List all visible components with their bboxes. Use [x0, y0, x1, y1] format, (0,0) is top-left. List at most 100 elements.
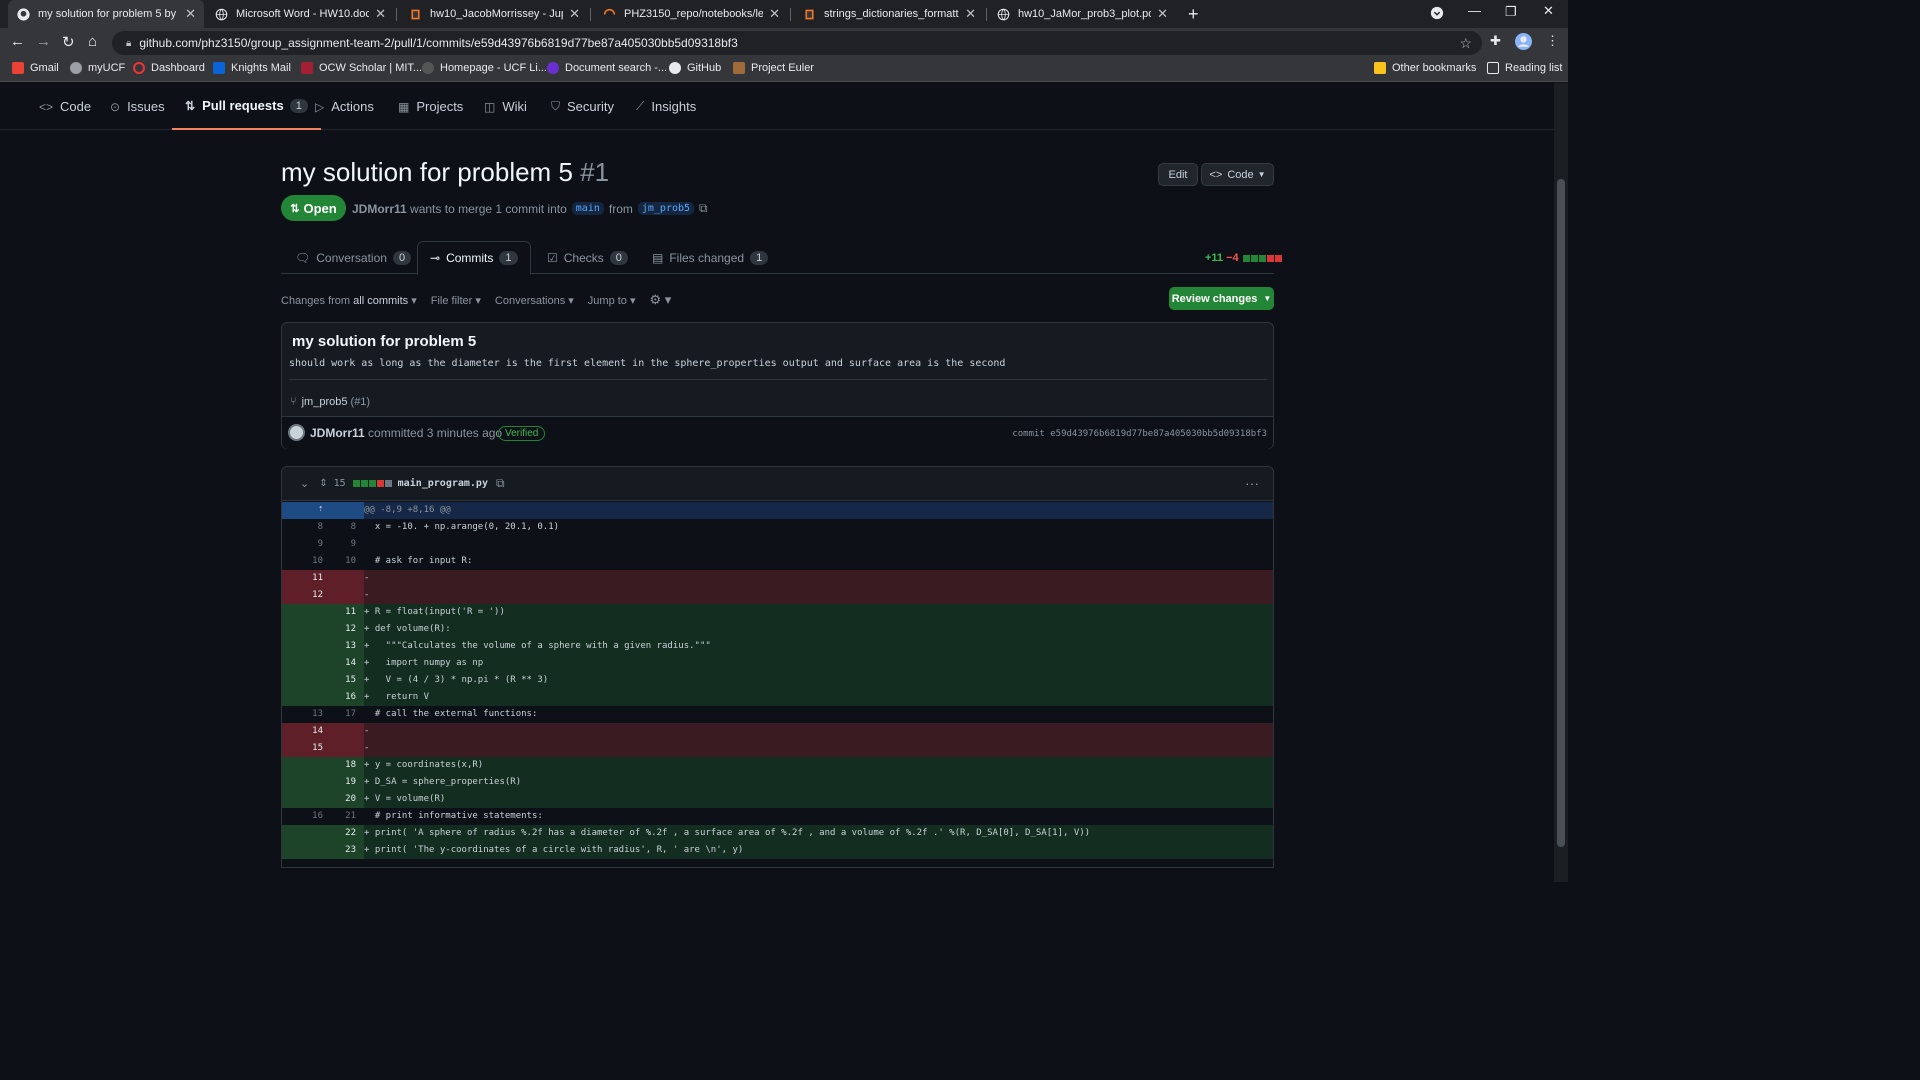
- browser-tab[interactable]: PHZ3150_repo/notebooks/lectur ✕: [594, 0, 788, 28]
- address-bar[interactable]: 🔒︎ github.com/phz3150/group_assignment-t…: [112, 31, 1482, 55]
- profile-download-icon[interactable]: [1430, 6, 1444, 23]
- back-icon[interactable]: ←: [10, 33, 25, 50]
- old-line-number[interactable]: 16: [282, 811, 323, 821]
- diff-line-context[interactable]: 99: [282, 536, 1273, 553]
- branch-link[interactable]: jm_prob5: [302, 396, 348, 408]
- old-line-number[interactable]: 10: [282, 556, 323, 566]
- repo-tab-security[interactable]: ⛉ Security: [551, 83, 614, 130]
- commit-sha[interactable]: commit e59d43976b6819d77be87a405030bb5d0…: [1012, 429, 1267, 439]
- new-line-number[interactable]: 23: [323, 845, 356, 855]
- avatar[interactable]: [1515, 33, 1532, 54]
- old-line-number[interactable]: 13: [282, 709, 323, 719]
- old-line-number[interactable]: 15: [282, 743, 323, 753]
- menu-icon[interactable]: ⋮: [1546, 33, 1559, 49]
- scrollbar-thumb[interactable]: [1557, 179, 1565, 847]
- new-line-number[interactable]: 22: [323, 828, 356, 838]
- diff-line-added[interactable]: 13 + """Calculates the volume of a sphere…: [282, 638, 1273, 655]
- new-line-number[interactable]: 16: [323, 692, 356, 702]
- conversations-dropdown[interactable]: Conversations ▾: [495, 294, 574, 307]
- reload-icon[interactable]: ↻: [62, 33, 75, 51]
- scrollbar[interactable]: [1554, 83, 1568, 882]
- bookmark-ucf-library[interactable]: Homepage - UCF Li...: [422, 62, 547, 74]
- close-icon[interactable]: ✕: [569, 6, 580, 22]
- diff-line-deleted[interactable]: 15 -: [282, 740, 1273, 757]
- star-icon[interactable]: ☆: [1459, 35, 1472, 52]
- repo-tab-issues[interactable]: ⊙ Issues: [110, 83, 165, 130]
- diff-line-deleted[interactable]: 11 -: [282, 570, 1273, 587]
- minimize-icon[interactable]: —: [1468, 3, 1481, 18]
- extensions-icon[interactable]: ✚: [1490, 33, 1501, 49]
- tab-commits[interactable]: ⊸ Commits 1: [417, 241, 531, 275]
- diff-line-context[interactable]: 16 21 # print informative statements:: [282, 808, 1273, 825]
- committer-name[interactable]: JDMorr11: [310, 426, 365, 440]
- reading-list[interactable]: Reading list: [1487, 62, 1562, 74]
- base-branch[interactable]: main: [571, 202, 604, 215]
- avatar[interactable]: [288, 424, 305, 441]
- browser-tab[interactable]: hw10_JacobMorrissey - Jupyter N ✕: [400, 0, 588, 28]
- repo-tab-actions[interactable]: ▷ Actions: [315, 83, 374, 130]
- forward-icon[interactable]: →: [36, 33, 51, 50]
- old-line-number[interactable]: 11: [282, 573, 323, 583]
- bookmark-gmail[interactable]: Gmail: [12, 62, 59, 74]
- diff-line-added[interactable]: 11 + R = float(input('R = ')): [282, 604, 1273, 621]
- copy-icon[interactable]: ⧉: [496, 476, 505, 491]
- kebab-icon[interactable]: ···: [1245, 475, 1259, 491]
- bookmark-document-search[interactable]: Document search -...: [547, 62, 667, 74]
- diff-line-added[interactable]: 19 + D_SA = sphere_properties(R): [282, 774, 1273, 791]
- edit-button[interactable]: Edit: [1158, 163, 1198, 186]
- new-line-number[interactable]: 18: [323, 760, 356, 770]
- repo-tab-pull-requests[interactable]: ⇅ Pull requests 1: [172, 83, 321, 130]
- file-name[interactable]: main_program.py: [398, 478, 488, 489]
- diff-line-added[interactable]: 18 + y = coordinates(x,R): [282, 757, 1273, 774]
- browser-tab-active[interactable]: my solution for problem 5 by JDM ✕: [8, 0, 204, 28]
- window-close-icon[interactable]: ✕: [1543, 3, 1554, 19]
- verified-badge[interactable]: Verified: [498, 426, 546, 441]
- bookmark-ocw[interactable]: OCW Scholar | MIT...: [301, 62, 422, 74]
- diff-line-added[interactable]: 20 + V = volume(R): [282, 791, 1273, 808]
- close-icon[interactable]: ✕: [965, 6, 976, 22]
- diff-line-added[interactable]: 22 + print( 'A sphere of radius %.2f has …: [282, 825, 1273, 842]
- new-line-number[interactable]: 21: [323, 811, 356, 821]
- close-icon[interactable]: ✕: [769, 6, 780, 22]
- jump-to-dropdown[interactable]: Jump to ▾: [588, 294, 636, 307]
- diff-line-context[interactable]: 88 x = -10. + np.arange(0, 20.1, 0.1): [282, 519, 1273, 536]
- bookmark-myucf[interactable]: myUCF: [70, 62, 125, 74]
- file-filter-dropdown[interactable]: File filter ▾: [431, 294, 481, 307]
- diff-line-context[interactable]: 10 10 # ask for input R:: [282, 553, 1273, 570]
- browser-tab[interactable]: strings_dictionaries_formatting_c ✕: [794, 0, 984, 28]
- old-line-number[interactable]: 9: [282, 539, 323, 549]
- tab-conversation[interactable]: 🗨︎ Conversation 0: [283, 241, 423, 274]
- close-icon[interactable]: ✕: [1157, 6, 1168, 22]
- repo-tab-code[interactable]: <> Code: [39, 83, 91, 130]
- expand-up-icon[interactable]: ⇡: [318, 504, 323, 514]
- new-tab-button[interactable]: +: [1188, 4, 1199, 25]
- diff-line-added[interactable]: 16 + return V: [282, 689, 1273, 706]
- head-branch[interactable]: jm_prob5: [637, 202, 695, 215]
- close-icon[interactable]: ✕: [185, 6, 196, 22]
- old-line-number[interactable]: 12: [282, 590, 323, 600]
- new-line-number[interactable]: 15: [323, 675, 356, 685]
- repo-tab-projects[interactable]: ▦ Projects: [398, 83, 463, 130]
- copy-icon[interactable]: ⧉: [699, 201, 708, 216]
- tab-files-changed[interactable]: ▤ Files changed 1: [640, 241, 780, 274]
- review-changes-button[interactable]: Review changes ▼: [1169, 287, 1274, 310]
- restore-icon[interactable]: ❐: [1505, 4, 1517, 20]
- bookmark-knights-mail[interactable]: Knights Mail: [213, 62, 291, 74]
- diff-line-added[interactable]: 15 + V = (4 / 3) * np.pi * (R ** 3): [282, 672, 1273, 689]
- diff-line-added[interactable]: 12 + def volume(R):: [282, 621, 1273, 638]
- browser-tab[interactable]: Microsoft Word - HW10.docx ✕: [206, 0, 394, 28]
- bookmark-other[interactable]: Other bookmarks: [1374, 62, 1476, 74]
- changes-from-dropdown[interactable]: Changes from all commits ▾: [281, 294, 417, 307]
- expand-icon[interactable]: ⇕: [319, 478, 327, 489]
- new-line-number[interactable]: 17: [323, 709, 356, 719]
- repo-tab-insights[interactable]: ⟋ Insights: [636, 83, 696, 130]
- old-line-number[interactable]: 14: [282, 726, 323, 736]
- repo-tab-wiki[interactable]: ◫ Wiki: [484, 83, 527, 130]
- diff-line-deleted[interactable]: 14 -: [282, 723, 1273, 740]
- gear-icon[interactable]: ⚙︎ ▾: [650, 292, 672, 308]
- pr-author[interactable]: JDMorr11: [352, 202, 407, 216]
- close-icon[interactable]: ✕: [375, 6, 386, 22]
- browser-tab[interactable]: hw10_JaMor_prob3_plot.pdf ✕: [988, 0, 1176, 28]
- code-button[interactable]: <> Code ▼: [1201, 163, 1274, 186]
- diff-line-added[interactable]: 23 + print( 'The y-coordinates of a circl…: [282, 842, 1273, 859]
